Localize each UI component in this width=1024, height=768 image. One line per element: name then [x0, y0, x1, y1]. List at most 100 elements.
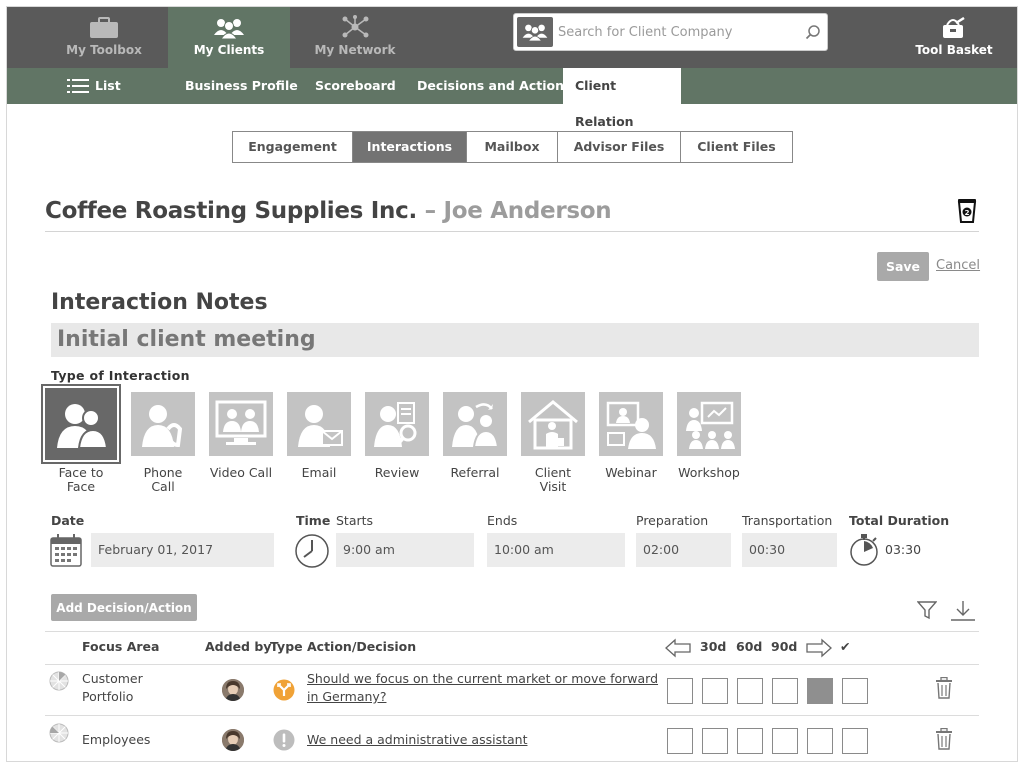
arrow-right-icon[interactable] — [806, 638, 832, 658]
search-icon[interactable] — [805, 24, 821, 40]
type-email[interactable]: Email — [283, 392, 355, 480]
focus-area-text: Portfolio — [82, 689, 134, 704]
progress-box-2[interactable] — [702, 678, 728, 704]
progress-box-6[interactable] — [842, 678, 868, 704]
tool-basket[interactable]: Tool Basket — [899, 7, 1009, 68]
calendar-icon[interactable] — [50, 533, 82, 567]
focus-area-text: Customer — [82, 671, 143, 686]
decision-type-icon — [273, 679, 295, 701]
action-decision-link[interactable]: We need a administrative assistant — [307, 731, 527, 749]
filter-icon[interactable] — [917, 600, 937, 620]
top-navigation: My Toolbox My Clients My Network Search … — [7, 7, 1017, 68]
company-name: Coffee Roasting Supplies Inc. — [45, 198, 417, 224]
type-label: Video Call — [209, 465, 273, 480]
focus-area-text: Employees — [82, 732, 151, 747]
nav-my-network-label: My Network — [314, 43, 396, 57]
list-icon — [67, 79, 89, 93]
clients-search-icon[interactable] — [517, 17, 553, 47]
focus-area-pie-icon — [49, 723, 69, 743]
interaction-notes-field[interactable]: Initial client meeting — [51, 323, 979, 357]
basket-icon — [943, 17, 965, 38]
col-90d: 90d — [771, 639, 798, 654]
col-type: Type — [270, 639, 303, 654]
progress-box-3[interactable] — [737, 728, 763, 754]
nav-my-network[interactable]: My Network — [294, 7, 416, 68]
email-icon — [287, 392, 351, 456]
add-decision-action-button[interactable]: Add Decision/Action — [51, 594, 197, 621]
progress-box-1[interactable] — [667, 728, 693, 754]
subnav-list-label: List — [95, 78, 121, 93]
progress-box-2[interactable] — [702, 728, 728, 754]
tab-mailbox[interactable]: Mailbox — [467, 132, 558, 162]
transportation-field[interactable]: 00:30 — [742, 533, 837, 567]
type-review[interactable]: Review — [361, 392, 433, 480]
col-focus-area: Focus Area — [82, 639, 160, 654]
action-decision-link[interactable]: Should we focus on the current market or… — [307, 670, 658, 706]
avatar[interactable] — [222, 679, 244, 701]
focus-area-pie-icon — [49, 671, 69, 691]
video-call-icon — [209, 392, 273, 456]
save-button[interactable]: Save — [877, 252, 929, 281]
action-text: We need a administrative assistant — [307, 732, 528, 747]
nav-my-toolbox[interactable]: My Toolbox — [43, 7, 165, 68]
end-time-field[interactable]: 10:00 am — [487, 533, 625, 567]
type-phone-call[interactable]: Phone Call — [127, 392, 199, 494]
progress-box-4[interactable] — [772, 728, 798, 754]
type-referral[interactable]: Referral — [439, 392, 511, 480]
progress-box-6[interactable] — [842, 728, 868, 754]
nav-my-clients[interactable]: My Clients — [168, 7, 290, 68]
cancel-link[interactable]: Cancel — [936, 258, 980, 273]
trash-icon[interactable] — [935, 677, 953, 699]
subnav-list[interactable]: List — [67, 68, 121, 104]
start-time-field[interactable]: 9:00 am — [336, 533, 474, 567]
client-visit-icon — [521, 392, 585, 456]
progress-box-3[interactable] — [737, 678, 763, 704]
progress-box-5[interactable] — [807, 678, 833, 704]
svg-text:2: 2 — [965, 209, 970, 217]
type-workshop[interactable]: Workshop — [673, 392, 745, 480]
progress-box-5[interactable] — [807, 728, 833, 754]
col-action-decision: Action/Decision — [307, 639, 417, 654]
type-label: Phone — [143, 465, 183, 480]
type-of-interaction-label: Type of Interaction — [51, 368, 190, 383]
total-duration-label: Total Duration — [849, 513, 950, 528]
type-label: Call — [151, 479, 175, 494]
search-input[interactable] — [558, 19, 798, 45]
arrow-left-icon[interactable] — [665, 638, 691, 658]
download-icon[interactable] — [950, 600, 976, 622]
tab-advisor-files[interactable]: Advisor Files — [558, 132, 681, 162]
subnav-decisions-and-actions[interactable]: Decisions and Actions — [417, 68, 571, 104]
title-divider — [45, 231, 979, 232]
row-divider — [45, 715, 979, 716]
trash-icon[interactable] — [935, 728, 953, 750]
progress-box-1[interactable] — [667, 678, 693, 704]
type-video-call[interactable]: Video Call — [205, 392, 277, 480]
stopwatch-icon — [850, 534, 878, 566]
progress-box-4[interactable] — [772, 678, 798, 704]
subnav-scoreboard[interactable]: Scoreboard — [315, 68, 396, 104]
coffee-cup-icon[interactable]: 2 — [956, 197, 978, 223]
col-30d: 30d — [700, 639, 727, 654]
interaction-notes-heading: Interaction Notes — [51, 290, 268, 315]
contact-name: Joe Anderson — [443, 198, 612, 224]
tab-engagement[interactable]: Engagement — [233, 132, 353, 162]
type-face-to-face[interactable]: Face to Face — [41, 384, 121, 494]
row-focus-area: Employees — [82, 731, 150, 749]
type-label: Review — [374, 465, 420, 480]
subnav-business-profile[interactable]: Business Profile — [185, 68, 298, 104]
clients-icon — [214, 19, 244, 39]
alert-icon — [273, 729, 295, 751]
avatar[interactable] — [222, 729, 244, 751]
preparation-field[interactable]: 02:00 — [636, 533, 731, 567]
col-added-by: Added by — [205, 639, 272, 654]
type-webinar[interactable]: Webinar — [595, 392, 667, 480]
tab-interactions[interactable]: Interactions — [353, 132, 467, 162]
subnav-client-relation[interactable]: Client Relation — [563, 68, 681, 129]
tab-client-files[interactable]: Client Files — [681, 132, 792, 162]
table-top-rule — [45, 631, 979, 632]
type-label: Webinar — [605, 465, 657, 480]
type-client-visit[interactable]: Client Visit — [517, 392, 589, 494]
total-duration-value: 03:30 — [885, 542, 922, 557]
date-field[interactable]: February 01, 2017 — [91, 533, 274, 567]
workshop-icon — [677, 392, 741, 456]
